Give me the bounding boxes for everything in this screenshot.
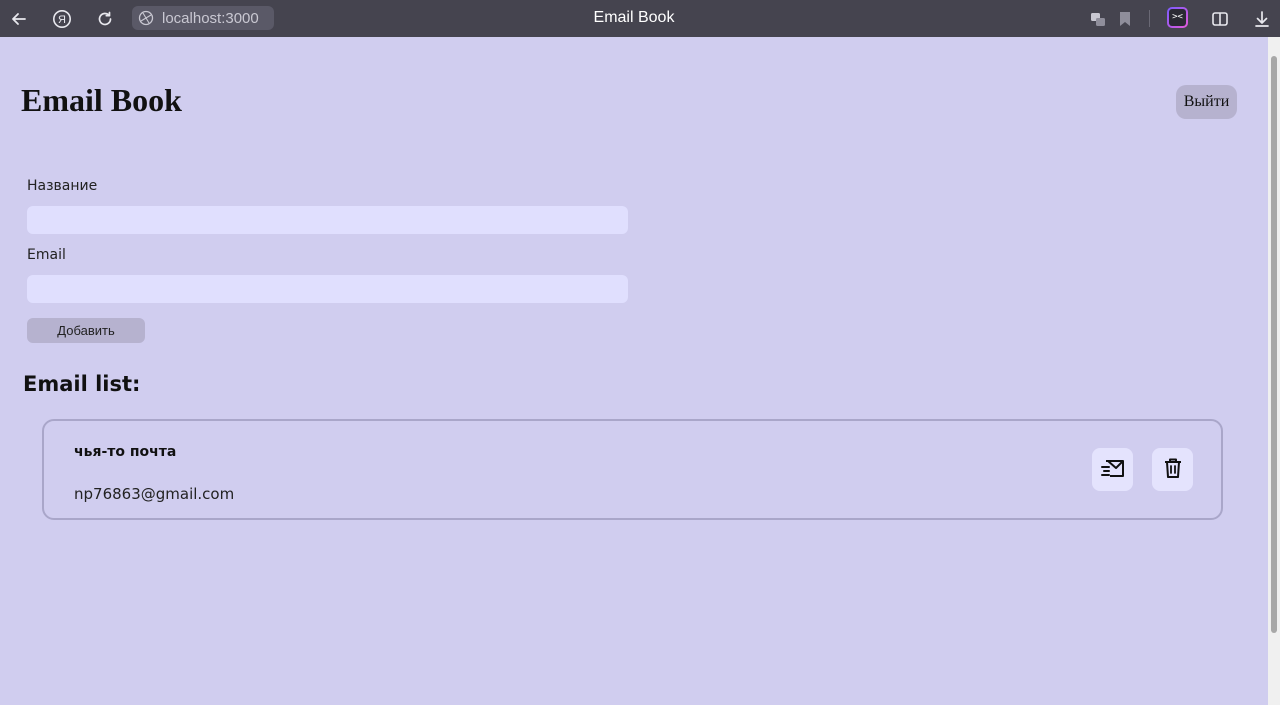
email-item-address: np76863@gmail.com (74, 485, 235, 503)
page-scrollbar[interactable] (1268, 37, 1280, 705)
browser-toolbar: Я localhost:3000 Email Book >< (0, 0, 1280, 37)
extension-icon[interactable]: >< (1167, 7, 1188, 28)
email-item-name: чья-то почта (74, 444, 177, 460)
download-icon[interactable] (1249, 6, 1275, 32)
add-email-button[interactable]: Добавить (27, 318, 145, 343)
email-input[interactable] (27, 275, 628, 303)
translate-icon[interactable] (1085, 6, 1111, 32)
page-title: Email Book (21, 82, 182, 118)
logout-button[interactable]: Выйти (1176, 85, 1237, 119)
email-list-item: чья-то почта np76863@gmail.com (42, 419, 1223, 520)
toolbar-divider (1149, 10, 1150, 27)
send-email-button[interactable] (1092, 448, 1133, 491)
scrollbar-thumb[interactable] (1271, 56, 1277, 633)
trash-icon (1163, 457, 1183, 483)
send-mail-icon (1100, 458, 1125, 482)
tab-title: Email Book (593, 9, 675, 26)
email-field-label: Email (27, 247, 66, 263)
split-view-icon[interactable] (1207, 6, 1233, 32)
name-input[interactable] (27, 206, 628, 234)
name-field-label: Название (27, 178, 98, 194)
email-list-heading: Email list: (23, 372, 141, 396)
delete-email-button[interactable] (1152, 448, 1193, 491)
bookmark-icon[interactable] (1112, 6, 1138, 32)
